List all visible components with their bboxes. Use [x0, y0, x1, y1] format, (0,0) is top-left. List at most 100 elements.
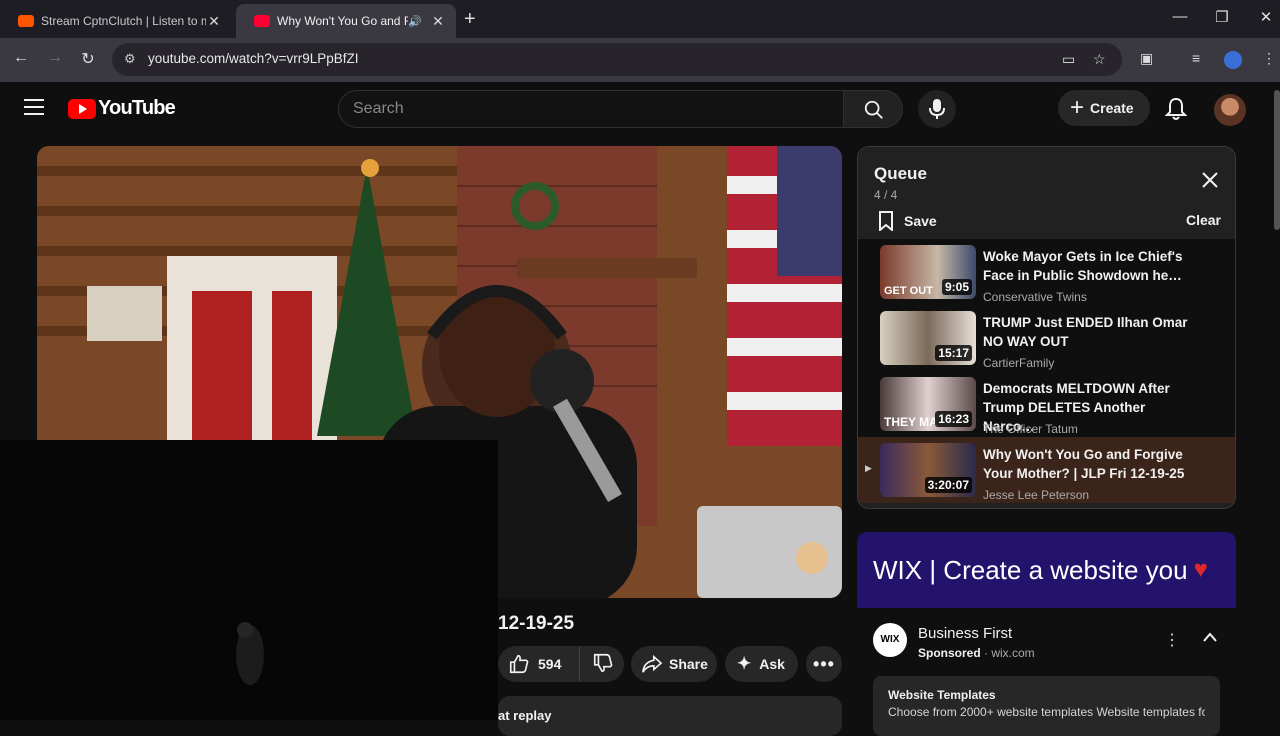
url-text: youtube.com/watch?v=vrr9LPpBfZI: [148, 51, 359, 66]
account-avatar[interactable]: [1214, 94, 1246, 126]
ask-button[interactable]: ✦ Ask: [725, 646, 798, 682]
voice-search-button[interactable]: [918, 90, 956, 128]
queue-item-current[interactable]: ▶ 3:20:07 Why Won't You Go and Forgive Y…: [858, 437, 1235, 503]
queue-item[interactable]: GET OUT 9:05 Woke Mayor Gets in Ice Chie…: [858, 239, 1235, 305]
minimize-icon[interactable]: —: [1170, 8, 1190, 25]
bell-icon: [1164, 97, 1188, 120]
search-button[interactable]: [843, 90, 903, 128]
overlay-figure: [236, 622, 264, 685]
speaker-icon[interactable]: 🔊: [408, 15, 422, 28]
video-thumbnail: GET OUT 9:05: [880, 245, 976, 299]
share-button[interactable]: Share: [631, 646, 717, 682]
queue-list: GET OUT 9:05 Woke Mayor Gets in Ice Chie…: [858, 239, 1235, 503]
site-info-icon[interactable]: ⚙: [124, 51, 136, 67]
video-duration: 15:17: [935, 345, 972, 361]
queue-channel-name: CartierFamily: [983, 356, 1055, 370]
close-window-icon[interactable]: ✕: [1256, 8, 1276, 26]
overlay-window: [0, 440, 498, 720]
cast-icon[interactable]: ▭: [1062, 51, 1075, 68]
soundcloud-favicon-icon: [18, 15, 34, 27]
youtube-play-icon: [68, 98, 96, 119]
ad-info: WIX Business First Sponsored · wix.com ⋮…: [857, 608, 1236, 736]
back-icon[interactable]: ←: [11, 49, 31, 67]
notifications-button[interactable]: [1164, 97, 1188, 126]
ad-card[interactable]: Website Templates Choose from 2000+ webs…: [873, 676, 1220, 736]
browser-tab-strip: Stream CptnClutch | Listen to m ✕ Why Wo…: [0, 0, 1280, 38]
reading-mode-icon[interactable]: ▣: [1140, 50, 1153, 67]
youtube-header: YouTube + Create: [0, 82, 1280, 138]
more-actions-button[interactable]: •••: [806, 646, 842, 682]
sponsored-line: Sponsored · wix.com: [918, 646, 1035, 660]
search-input[interactable]: [339, 91, 843, 127]
video-thumbnail: 3:20:07: [880, 443, 976, 497]
bookmark-star-icon[interactable]: ☆: [1093, 51, 1106, 68]
queue-save-button[interactable]: Save: [878, 211, 937, 231]
ad-card-title: Website Templates: [888, 688, 996, 702]
search-box[interactable]: [338, 90, 844, 128]
share-arrow-icon: [642, 654, 663, 673]
queue-channel-name: The Officer Tatum: [983, 422, 1078, 436]
ad-banner[interactable]: WIX | Create a website you ♥: [857, 532, 1236, 608]
tab-title: Stream CptnClutch | Listen to m: [41, 14, 206, 28]
create-label: Create: [1090, 100, 1134, 116]
browser-tab-youtube[interactable]: Why Won't You Go and For 🔊 ✕: [236, 4, 456, 38]
ad-banner-text: WIX | Create a website you: [873, 554, 1188, 585]
dislike-button[interactable]: [580, 652, 614, 677]
address-bar[interactable]: ⚙ youtube.com/watch?v=vrr9LPpBfZI ▭ ☆: [112, 43, 1122, 76]
youtube-favicon-icon: [254, 15, 270, 27]
thumbs-down-icon: [593, 653, 613, 672]
advertiser-logo[interactable]: WIX: [873, 623, 907, 657]
queue-channel-name: Jesse Lee Peterson: [983, 488, 1090, 502]
queue-title: Queue: [874, 164, 927, 183]
browser-menu-icon[interactable]: ⋮: [1262, 50, 1276, 67]
queue-clear-button[interactable]: Clear: [1186, 212, 1221, 228]
profile-icon[interactable]: [1224, 51, 1242, 69]
page-scrollbar[interactable]: [1274, 90, 1280, 230]
ad-card-description: Choose from 2000+ website templates Webs…: [888, 705, 1205, 719]
new-tab-button[interactable]: +: [464, 8, 476, 31]
queue-close-button[interactable]: [1201, 171, 1219, 194]
advertiser-name[interactable]: Business First: [918, 625, 1012, 642]
save-label: Save: [904, 213, 937, 229]
thumbnail-caption: GET OUT: [884, 285, 933, 297]
queue-video-title: TRUMP Just ENDED Ilhan Omar NO WAY OUT: [983, 315, 1188, 349]
chevron-up-icon: [1203, 632, 1217, 642]
browser-toolbar: ← → ↻ ⚙ youtube.com/watch?v=vrr9LPpBfZI …: [0, 38, 1280, 82]
tab-close-icon[interactable]: ✕: [430, 13, 446, 30]
create-button[interactable]: + Create: [1058, 90, 1150, 126]
youtube-logo[interactable]: YouTube: [68, 97, 176, 120]
menu-icon[interactable]: [24, 99, 44, 120]
maximize-icon[interactable]: ❐: [1212, 8, 1232, 26]
browser-tab-soundcloud[interactable]: Stream CptnClutch | Listen to m ✕: [0, 4, 232, 38]
description-text: at replay: [498, 708, 552, 723]
tab-title: Why Won't You Go and For: [277, 14, 409, 28]
search-icon: [864, 100, 883, 119]
heart-icon: ♥: [1193, 556, 1208, 583]
bookmark-icon: [879, 211, 893, 231]
forward-icon[interactable]: →: [45, 49, 65, 67]
close-icon: [1202, 172, 1218, 188]
like-button[interactable]: 594: [498, 646, 580, 682]
share-label: Share: [669, 656, 708, 672]
queue-panel: Queue 4 / 4 Save Clear GET OUT 9:05 Woke…: [857, 146, 1236, 509]
sparkle-icon: ✦: [737, 654, 752, 673]
description-box[interactable]: at replay: [498, 696, 842, 736]
media-controls-icon[interactable]: ≡: [1192, 50, 1200, 66]
reload-icon[interactable]: ↻: [78, 49, 98, 69]
ad-collapse-button[interactable]: [1202, 630, 1218, 648]
queue-item[interactable]: 15:17 TRUMP Just ENDED Ilhan Omar NO WAY…: [858, 305, 1235, 371]
queue-count: 4 / 4: [874, 188, 898, 202]
queue-video-title: Woke Mayor Gets in Ice Chief's Face in P…: [983, 249, 1183, 283]
more-horizontal-icon: •••: [813, 653, 835, 674]
video-duration: 3:20:07: [924, 477, 972, 493]
thumbnail-caption: THEY MA: [884, 415, 938, 429]
ad-menu-icon[interactable]: ⋮: [1164, 630, 1180, 650]
now-playing-icon: ▶: [865, 463, 872, 473]
tab-close-icon[interactable]: ✕: [206, 13, 222, 30]
queue-item[interactable]: THEY MA 16:23 Democrats MELTDOWN After T…: [858, 371, 1235, 437]
ask-label: Ask: [759, 656, 785, 672]
logo-text: YouTube: [98, 97, 176, 119]
ad-domain: · wix.com: [984, 646, 1035, 660]
video-title: 12-19-25: [498, 613, 575, 634]
plus-icon: +: [1070, 94, 1085, 121]
